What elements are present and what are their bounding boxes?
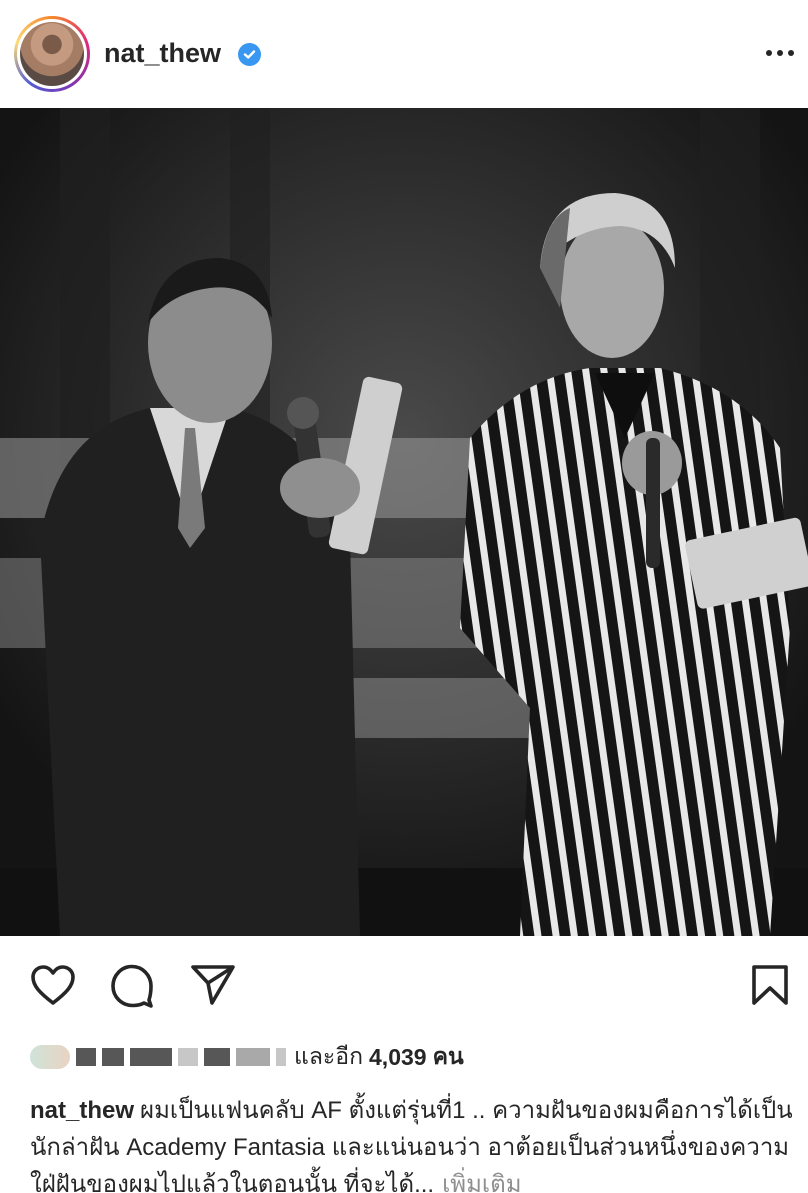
likes-count-unit: คน (432, 1043, 464, 1069)
caption-text: ผมเป็นแฟนคลับ AF ตั้งแต่รุ่นที่1 .. ความ… (30, 1097, 793, 1193)
post-image[interactable] (0, 108, 808, 936)
likes-suffix: และอีก (294, 1043, 364, 1069)
caption-username[interactable]: nat_thew (30, 1097, 134, 1124)
story-ring[interactable] (14, 16, 90, 92)
liker-avatar-icon (30, 1045, 70, 1069)
likes-count: 4,039 (369, 1043, 427, 1070)
send-icon[interactable] (190, 964, 236, 1011)
caption-more-link[interactable]: เพิ่มเติม (442, 1171, 521, 1193)
more-options-icon[interactable] (766, 50, 794, 56)
avatar[interactable] (20, 22, 84, 86)
bookmark-icon[interactable] (751, 964, 789, 1011)
post-username[interactable]: nat_thew (104, 38, 221, 69)
post-caption: nat_thew ผมเป็นแฟนคลับ AF ตั้งแต่รุ่นที่1… (30, 1092, 800, 1193)
heart-icon[interactable] (30, 964, 76, 1011)
likes-summary[interactable]: และอีก 4,039 คน (30, 1040, 464, 1074)
post-actions (0, 936, 808, 1036)
comment-icon[interactable] (110, 964, 154, 1013)
liked-by-obscured (30, 1045, 286, 1069)
post-header: nat_thew (0, 0, 808, 108)
verified-badge-icon (238, 43, 261, 66)
stage-photo (0, 108, 808, 936)
